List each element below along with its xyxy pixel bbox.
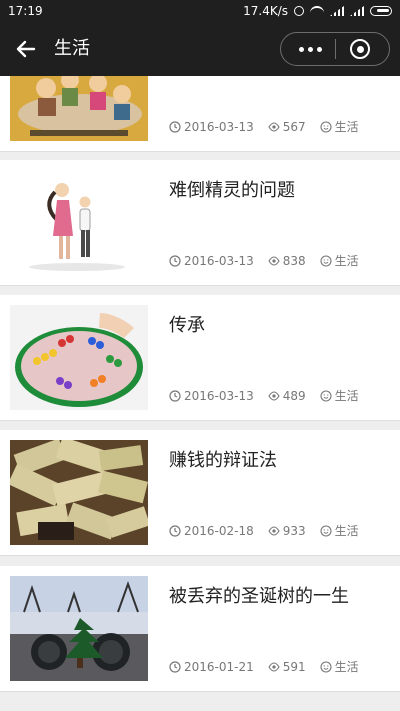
eye-icon — [268, 121, 280, 132]
smile-icon — [320, 254, 332, 267]
article-date: 2016-03-13 — [184, 388, 254, 403]
status-right: 17.4K/s — [243, 4, 392, 18]
article-card-3[interactable]: 传承 2016-03-13 489 生活 — [0, 295, 400, 421]
clock-icon — [169, 254, 181, 267]
clock-icon — [169, 389, 181, 402]
article-category: 生活 — [334, 524, 359, 538]
category-item: 生活 — [320, 522, 359, 539]
views-item: 838 — [268, 254, 306, 268]
article-meta: 2016-03-13 838 生活 — [169, 252, 359, 269]
article-thumbnail — [10, 576, 148, 681]
article-card-5[interactable]: 被丢弃的圣诞树的一生 2016-01-21 591 生活 — [0, 566, 400, 692]
wifi-icon — [310, 6, 324, 16]
article-title: 被丢弃的圣诞树的一生 — [169, 586, 349, 607]
category-item: 生活 — [320, 252, 359, 269]
page-title: 生活 — [54, 38, 90, 59]
network-speed: 17.4K/s — [243, 4, 288, 18]
article-views: 838 — [282, 253, 306, 268]
eye-icon — [268, 255, 280, 266]
article-meta: 2016-03-13 489 生活 — [169, 387, 359, 404]
back-button[interactable] — [12, 36, 40, 62]
close-button[interactable] — [343, 35, 377, 63]
eye-icon — [268, 525, 280, 536]
status-time: 17:19 — [8, 4, 43, 18]
article-thumbnail — [10, 440, 148, 545]
article-category: 生活 — [334, 120, 359, 134]
eye-icon — [268, 661, 280, 672]
article-title: 难倒精灵的问题 — [169, 180, 295, 201]
eye-icon — [268, 390, 280, 401]
target-close-icon — [350, 39, 370, 59]
miniapp-capsule — [280, 32, 390, 66]
article-title: 传承 — [169, 315, 205, 336]
article-card-2[interactable]: 难倒精灵的问题 2016-03-13 838 生活 — [0, 160, 400, 286]
article-card-4[interactable]: 赚钱的辩证法 2016-02-18 933 生活 — [0, 430, 400, 556]
article-thumbnail — [10, 76, 148, 141]
family-dinner-illustration — [10, 76, 148, 141]
views-item: 489 — [268, 389, 306, 403]
smile-icon — [320, 660, 332, 673]
signal-icon — [330, 6, 344, 16]
date-item: 2016-03-13 — [169, 120, 254, 134]
article-meta: 2016-01-21 591 生活 — [169, 658, 359, 675]
app-header: 生活 — [0, 22, 400, 76]
signal-icon-2 — [350, 6, 364, 16]
article-title: 赚钱的辩证法 — [169, 450, 277, 471]
status-bar: 17:19 17.4K/s — [0, 0, 400, 22]
smile-icon — [320, 120, 332, 133]
article-category: 生活 — [334, 389, 359, 403]
category-item: 生活 — [320, 387, 359, 404]
date-item: 2016-03-13 — [169, 254, 254, 268]
article-thumbnail — [10, 170, 148, 275]
smile-icon — [320, 389, 332, 402]
article-category: 生活 — [334, 254, 359, 268]
article-date: 2016-01-21 — [184, 659, 254, 674]
capsule-divider — [334, 39, 336, 59]
alarm-icon — [294, 6, 304, 16]
article-meta: 2016-03-13 567 生活 — [169, 118, 359, 135]
article-category: 生活 — [334, 660, 359, 674]
article-date: 2016-02-18 — [184, 523, 254, 538]
article-date: 2016-03-13 — [184, 119, 254, 134]
battery-icon — [370, 6, 392, 16]
views-item: 591 — [268, 660, 306, 674]
date-item: 2016-02-18 — [169, 524, 254, 538]
clock-icon — [169, 120, 181, 133]
back-arrow-icon — [16, 40, 36, 58]
clock-icon — [169, 660, 181, 673]
article-thumbnail — [10, 305, 148, 410]
smile-icon — [320, 524, 332, 537]
date-item: 2016-03-13 — [169, 389, 254, 403]
article-date: 2016-03-13 — [184, 253, 254, 268]
article-views: 489 — [282, 388, 306, 403]
article-views: 933 — [282, 523, 306, 538]
article-views: 591 — [282, 659, 306, 674]
clock-icon — [169, 524, 181, 537]
views-item: 933 — [268, 524, 306, 538]
article-views: 567 — [282, 119, 306, 134]
article-meta: 2016-02-18 933 生活 — [169, 522, 359, 539]
money-pile-photo — [10, 440, 148, 545]
chinese-checkers-photo — [10, 305, 148, 410]
date-item: 2016-01-21 — [169, 660, 254, 674]
more-dots-icon — [298, 46, 322, 52]
views-item: 567 — [268, 120, 306, 134]
article-card-1[interactable]: 2016-03-13 567 生活 — [0, 76, 400, 152]
more-button[interactable] — [293, 35, 327, 63]
category-item: 生活 — [320, 118, 359, 135]
category-item: 生活 — [320, 658, 359, 675]
couple-illustration — [10, 170, 148, 275]
article-list: 2016-03-13 567 生活 难倒精灵的问题 2016-03-13 838… — [0, 76, 400, 711]
discarded-christmas-tree-photo — [10, 576, 148, 681]
